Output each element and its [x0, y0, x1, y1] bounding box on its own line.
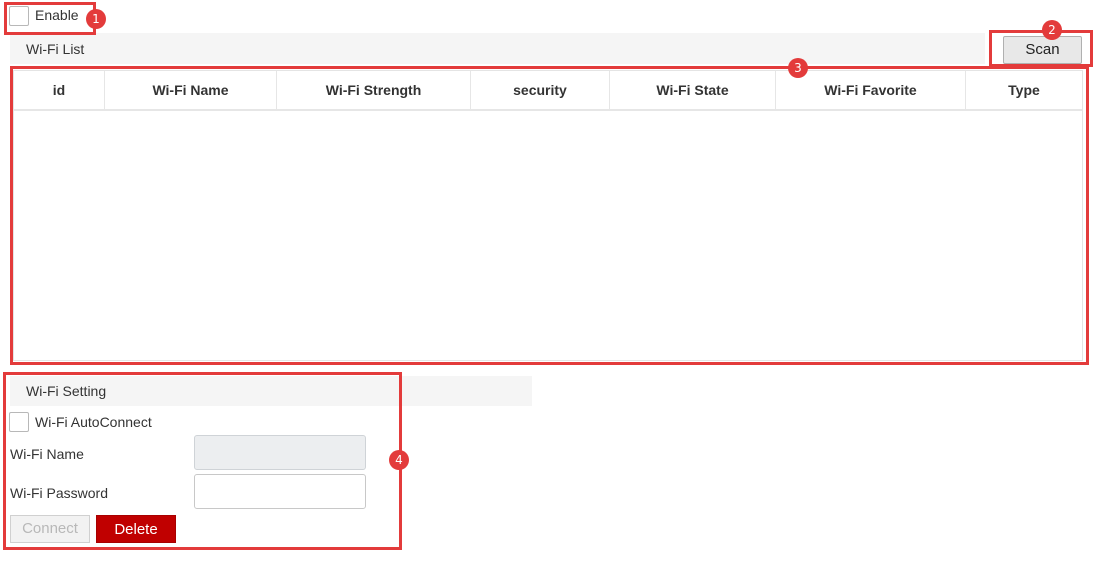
column-header-wifi-strength[interactable]: Wi-Fi Strength [277, 71, 471, 109]
annotation-marker-2: 2 [1042, 20, 1062, 40]
wifi-setting-title: Wi-Fi Setting [26, 383, 107, 399]
delete-button[interactable]: Delete [96, 515, 176, 543]
autoconnect-label: Wi-Fi AutoConnect [35, 414, 152, 430]
column-header-security[interactable]: security [471, 71, 610, 109]
annotation-marker-1: 1 [86, 9, 106, 29]
column-header-wifi-name[interactable]: Wi-Fi Name [105, 71, 277, 109]
wifi-name-input[interactable] [194, 435, 366, 470]
wifi-table-header: id Wi-Fi Name Wi-Fi Strength security Wi… [14, 71, 1082, 111]
enable-checkbox[interactable] [9, 6, 29, 26]
column-header-id[interactable]: id [14, 71, 105, 109]
scan-button[interactable]: Scan [1003, 36, 1082, 64]
wifi-password-label: Wi-Fi Password [10, 485, 109, 501]
wifi-setting-header: Wi-Fi Setting [10, 376, 532, 406]
enable-label: Enable [35, 7, 79, 23]
connect-button[interactable]: Connect [10, 515, 90, 543]
annotation-marker-3: 3 [788, 58, 808, 78]
autoconnect-checkbox[interactable] [9, 412, 29, 432]
wifi-list-title: Wi-Fi List [26, 40, 85, 57]
wifi-table-body [14, 111, 1082, 360]
wifi-table: id Wi-Fi Name Wi-Fi Strength security Wi… [13, 70, 1083, 361]
column-header-wifi-favorite[interactable]: Wi-Fi Favorite [776, 71, 966, 109]
column-header-wifi-state[interactable]: Wi-Fi State [610, 71, 776, 109]
wifi-list-header: Wi-Fi List [10, 33, 985, 64]
column-header-type[interactable]: Type [966, 71, 1082, 109]
annotation-marker-4: 4 [389, 450, 409, 470]
wifi-password-input[interactable] [194, 474, 366, 509]
wifi-name-label: Wi-Fi Name [10, 446, 84, 462]
